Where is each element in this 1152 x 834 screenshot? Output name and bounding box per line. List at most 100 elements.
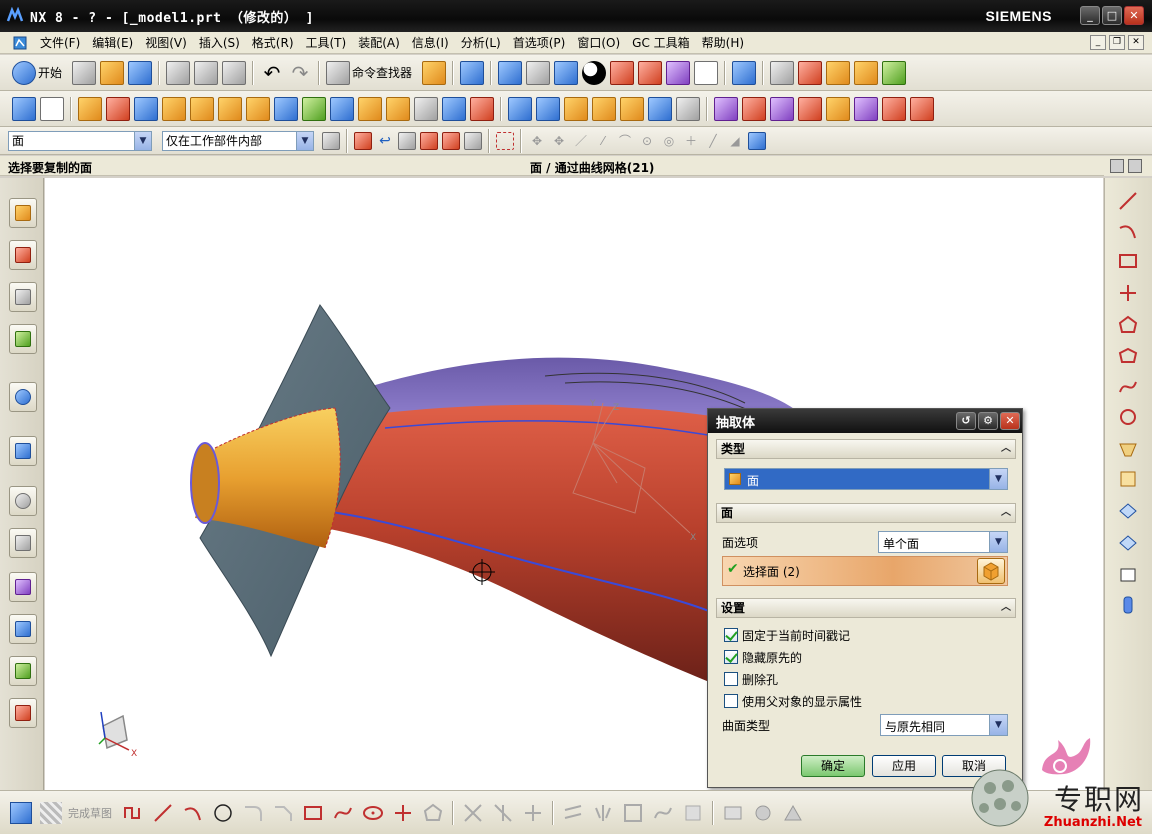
menu-format[interactable]: 格式(R) xyxy=(246,34,300,51)
select-face-button[interactable] xyxy=(977,558,1005,584)
pocket-icon[interactable] xyxy=(274,96,298,121)
dimension-icon[interactable] xyxy=(722,802,744,824)
part-navigator-tab[interactable] xyxy=(9,282,37,312)
shell-icon[interactable] xyxy=(536,96,560,121)
selection-scope-dropdown[interactable]: 仅在工作部件内部 ▼ xyxy=(162,130,314,151)
chevron-down-icon[interactable]: ▼ xyxy=(296,131,313,150)
background-color-icon[interactable] xyxy=(694,60,719,85)
snap-mid-icon[interactable]: ✥ xyxy=(550,132,568,150)
edit-section-icon[interactable] xyxy=(638,60,663,85)
section-view-icon[interactable] xyxy=(610,60,635,85)
cylinder-icon[interactable] xyxy=(162,96,186,121)
section-curve-icon[interactable] xyxy=(1117,500,1139,522)
chamfer-icon[interactable] xyxy=(508,96,532,121)
subtract-icon[interactable] xyxy=(358,96,382,121)
web-browser-tab[interactable] xyxy=(9,382,37,412)
intersection-curve-icon[interactable] xyxy=(1117,468,1139,490)
cone-icon[interactable] xyxy=(190,96,214,121)
intersect-icon[interactable] xyxy=(386,96,410,121)
doc-minimize-button[interactable]: _ xyxy=(1090,35,1106,50)
reset-icon[interactable]: ↺ xyxy=(956,412,976,430)
line-icon[interactable] xyxy=(1117,190,1139,212)
face-rule-icon[interactable] xyxy=(354,131,372,150)
pattern-icon[interactable] xyxy=(648,96,672,121)
extract-curve-icon[interactable] xyxy=(1117,532,1139,554)
chevron-down-icon[interactable]: ▼ xyxy=(989,532,1007,552)
menu-insert[interactable]: 插入(S) xyxy=(193,34,246,51)
copy-icon[interactable] xyxy=(194,60,219,85)
restore-layout-icon[interactable] xyxy=(1128,159,1142,173)
rectangle-icon[interactable] xyxy=(1117,250,1139,272)
bridge-curve-icon[interactable] xyxy=(1117,594,1139,616)
extrude-icon[interactable] xyxy=(78,96,102,121)
part-navigator-icon[interactable] xyxy=(12,96,36,121)
sketch-navigator-icon[interactable] xyxy=(10,801,32,824)
offset-curve-icon[interactable] xyxy=(1117,406,1139,428)
draft-icon[interactable] xyxy=(564,96,588,121)
process-studio-tab[interactable] xyxy=(9,528,37,558)
mirror-curve-icon[interactable] xyxy=(592,802,614,824)
hole-icon[interactable] xyxy=(218,96,242,121)
offset-region-icon[interactable] xyxy=(826,96,850,121)
stop-at-intersection-icon[interactable] xyxy=(442,131,460,150)
wcs-display-icon[interactable] xyxy=(666,60,691,85)
snap-quadrant-icon[interactable]: ◎ xyxy=(660,132,678,150)
info-icon[interactable] xyxy=(460,60,485,85)
save-icon[interactable] xyxy=(128,60,153,85)
maximize-button[interactable]: □ xyxy=(1102,6,1122,25)
rectangle-select-icon[interactable] xyxy=(496,131,514,150)
measure-icon[interactable] xyxy=(854,60,879,85)
select-face-row[interactable]: ✔ 选择面 (2) xyxy=(722,556,1008,586)
face-option-dropdown[interactable]: 单个面 ▼ xyxy=(878,531,1008,553)
sketch-ellipse-icon[interactable] xyxy=(362,802,384,824)
profile-icon[interactable] xyxy=(122,802,144,824)
start-button-label[interactable]: 开始 xyxy=(38,64,62,81)
menu-help[interactable]: 帮助(H) xyxy=(696,34,750,51)
hide-original-checkbox[interactable] xyxy=(724,650,738,664)
doc-restore-button[interactable]: ❐ xyxy=(1109,35,1125,50)
snap-line-icon[interactable]: ／ xyxy=(572,132,590,150)
reuse-library-tab[interactable] xyxy=(9,324,37,354)
constraint-navigator-tab[interactable] xyxy=(9,240,37,270)
revolve-icon[interactable] xyxy=(106,96,130,121)
block-icon[interactable] xyxy=(134,96,158,121)
chamfer-icon[interactable] xyxy=(272,802,294,824)
spline-icon[interactable] xyxy=(1117,376,1139,398)
face-group-header[interactable]: 面 ︿ xyxy=(716,503,1016,523)
fillet-icon[interactable] xyxy=(242,802,264,824)
ok-button[interactable]: 确定 xyxy=(801,755,865,777)
ellipse-icon[interactable] xyxy=(1117,344,1139,366)
full-screen-icon[interactable] xyxy=(1110,159,1124,173)
sketch-polygon-icon[interactable] xyxy=(422,802,444,824)
finish-sketch-label[interactable]: 完成草图 xyxy=(68,805,112,821)
shaded-view-icon[interactable] xyxy=(554,60,579,85)
menu-file[interactable]: 文件(F) xyxy=(34,34,86,51)
settings-group-header[interactable]: 设置 ︿ xyxy=(716,598,1016,618)
constraints-icon[interactable] xyxy=(752,802,774,824)
sketch-circle-icon[interactable] xyxy=(212,802,234,824)
follow-fillet-icon[interactable] xyxy=(464,131,482,150)
sketch-line-icon[interactable] xyxy=(152,802,174,824)
collapse-icon[interactable]: ︿ xyxy=(1001,440,1011,458)
snap-on-curve-icon[interactable]: ╱ xyxy=(704,132,722,150)
menu-gc-toolkit[interactable]: GC 工具箱 xyxy=(626,34,696,51)
menu-information[interactable]: 信息(I) xyxy=(406,34,455,51)
chevron-down-icon[interactable]: ▼ xyxy=(989,469,1007,489)
split-body-icon[interactable] xyxy=(442,96,466,121)
snap-center-icon[interactable]: ⊙ xyxy=(638,132,656,150)
boss-icon[interactable] xyxy=(246,96,270,121)
synchronous-move-icon[interactable] xyxy=(714,96,738,121)
finish-sketch-icon[interactable] xyxy=(40,801,62,824)
arc-icon[interactable] xyxy=(1117,220,1139,242)
curve-rule-icon[interactable] xyxy=(420,131,438,150)
sketch-icon[interactable] xyxy=(40,96,64,121)
snap-end-icon[interactable]: ✥ xyxy=(528,132,546,150)
apply-button[interactable]: 应用 xyxy=(872,755,936,777)
cut-icon[interactable] xyxy=(166,60,191,85)
orient-view-icon[interactable] xyxy=(526,60,551,85)
edge-blend-icon[interactable] xyxy=(470,96,494,121)
snap-arc-icon[interactable]: ⌒ xyxy=(616,132,634,150)
select-features-icon[interactable] xyxy=(398,131,416,150)
menu-view[interactable]: 视图(V) xyxy=(139,34,193,51)
roles-tab[interactable] xyxy=(9,614,37,644)
